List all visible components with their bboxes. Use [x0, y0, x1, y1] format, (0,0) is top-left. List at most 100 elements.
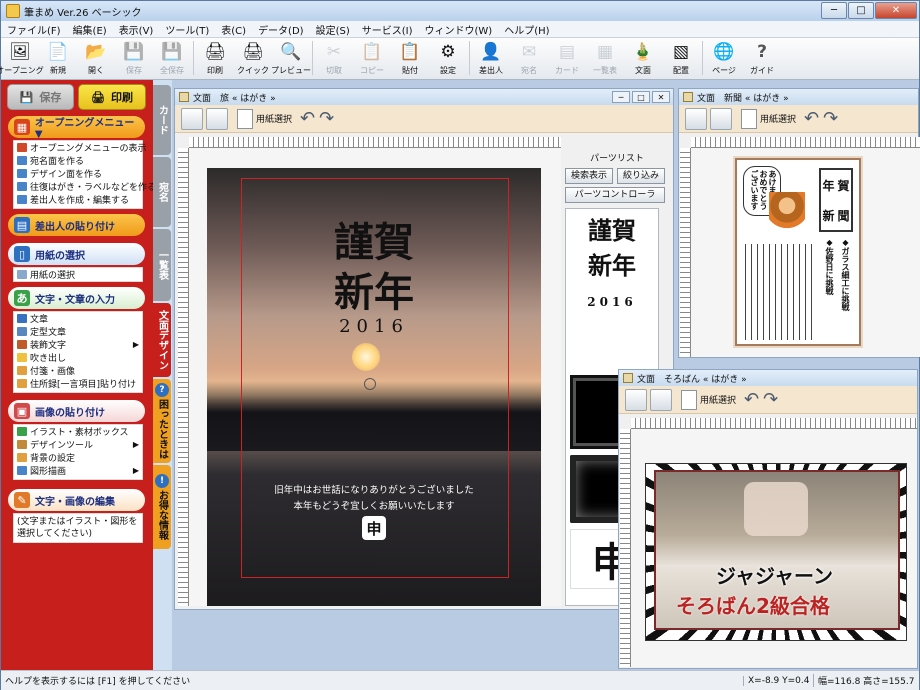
menu-settings[interactable]: 設定(S): [310, 22, 356, 37]
toolbar-save-all-button[interactable]: 💾 全保存: [153, 38, 191, 78]
print-big-icon: 🖨: [91, 90, 105, 104]
doc1-print-icon[interactable]: [206, 107, 228, 130]
card-icon: ▤: [558, 42, 576, 62]
toolbar-save-button[interactable]: 💾 保存: [115, 38, 153, 78]
doc2-paper-select-button[interactable]: 用紙選択: [741, 108, 796, 129]
toolbar-card-button[interactable]: ▤ カード: [548, 38, 586, 78]
doc3-paper-select-button[interactable]: 用紙選択: [681, 389, 737, 410]
menu-help[interactable]: ヘルプ(H): [498, 22, 555, 37]
tab-address[interactable]: 宛名: [153, 157, 171, 227]
doc1-maximize-button[interactable]: □: [632, 91, 650, 103]
toolbar-new-button[interactable]: 📄 新規: [39, 38, 77, 78]
toolbar-guide-button[interactable]: ? ガイド: [743, 38, 781, 78]
toolbar-settings-button[interactable]: ⚙ 設定: [429, 38, 467, 78]
maximize-button[interactable]: □: [848, 2, 874, 19]
paste-sender-header[interactable]: ▤ 差出人の貼り付け: [8, 214, 145, 236]
edit-sender-item[interactable]: 差出人を作成・編集する: [14, 193, 142, 206]
doc2-save-icon[interactable]: [685, 107, 707, 130]
toolbar-design-button[interactable]: 🎍 文面: [624, 38, 662, 78]
tab-help[interactable]: ? 困ったときは: [153, 379, 171, 463]
doc3-paper-label: 用紙選択: [700, 396, 737, 406]
doc3-print-icon[interactable]: [650, 388, 672, 411]
menu-file[interactable]: ファイル(F): [1, 22, 67, 37]
shape-draw-item[interactable]: 図形描画 ▶: [14, 464, 142, 477]
toolbar-preview-button[interactable]: 🔍 プレビュー: [271, 38, 311, 78]
paper-select-item[interactable]: 用紙の選択: [14, 268, 142, 281]
save-big-button[interactable]: 💾 保存: [7, 84, 74, 110]
menu-edit[interactable]: 編集(E): [67, 22, 113, 37]
tab-card[interactable]: カード: [153, 85, 171, 155]
make-reply-card-item[interactable]: 往復はがき・ラベルなどを作る: [14, 180, 156, 193]
toolbar-label: 宛名: [521, 66, 537, 75]
toolbar-paste-button[interactable]: 📋 貼付: [391, 38, 429, 78]
parts-controller-button[interactable]: パーツコントローラ: [565, 187, 665, 203]
doc3-save-icon[interactable]: [625, 388, 647, 411]
doc1-minimize-button[interactable]: ─: [612, 91, 630, 103]
decorated-text-item[interactable]: 装飾文字 ▶: [14, 338, 142, 351]
close-button[interactable]: ✕: [875, 2, 917, 19]
menu-window[interactable]: ウィンドウ(W): [419, 22, 499, 37]
menu-data[interactable]: データ(D): [252, 22, 310, 37]
toolbar-quick-button[interactable]: 🖨 クイック: [234, 38, 272, 78]
sticky-note-item[interactable]: 付箋・画像: [14, 364, 142, 377]
template-text-item[interactable]: 定型文章: [14, 325, 142, 338]
opening-menu-show-item[interactable]: オープニングメニューの表示: [14, 141, 146, 154]
toolbar-sender-button[interactable]: 👤 差出人: [472, 38, 510, 78]
design-tool-item[interactable]: デザインツール ▶: [14, 438, 142, 451]
toolbar-print-button[interactable]: 🖨 印刷: [196, 38, 234, 78]
menu-service[interactable]: サービス(I): [356, 22, 419, 37]
address-field-paste-item[interactable]: 住所録[一言項目]貼り付け: [14, 377, 142, 390]
menu-item-icon: [17, 466, 27, 475]
np-masthead-2: 賀: [837, 178, 850, 193]
speech-bubble-item[interactable]: 吹き出し: [14, 351, 142, 364]
illustration-box-item[interactable]: イラスト・素材ボックス: [14, 425, 142, 438]
redo-icon[interactable]: ↷: [823, 108, 838, 129]
postcard-newspaper[interactable]: あけましておめでとうございます 年賀 新聞 ◆ガラス細工に挑戦 ◆佐野日に挑戦: [735, 158, 861, 346]
toolbar-address-button[interactable]: ✉ 宛名: [510, 38, 548, 78]
greeting-line-2: 新年: [334, 269, 414, 316]
redo-icon[interactable]: ↷: [319, 108, 334, 129]
submenu-arrow-icon: ▶: [132, 440, 139, 449]
text-item[interactable]: 文章: [14, 312, 142, 325]
menu-tools[interactable]: ツール(T): [159, 22, 215, 37]
undo-icon[interactable]: ↶: [744, 389, 759, 410]
tab-deals[interactable]: ! お得な情報: [153, 465, 171, 549]
postcard-soroban[interactable]: ジャジャーン そろばん2級合格: [645, 463, 907, 641]
toolbar-label: 印刷: [207, 66, 223, 75]
toolbar-separator: [702, 41, 703, 75]
opening-menu-header[interactable]: ▦ オープニングメニュー ▼: [8, 116, 145, 140]
doc1-paper-select-button[interactable]: 用紙選択: [237, 108, 292, 129]
print-big-button[interactable]: 🖨 印刷: [78, 84, 146, 110]
doc2-print-icon[interactable]: [710, 107, 732, 130]
left-task-panel: 💾 保存 🖨 印刷 ▦ オープニングメニュー ▼ オープニングメニューの表示 宛名面を…: [1, 80, 156, 670]
menu-view[interactable]: 表示(V): [113, 22, 160, 37]
text-input-header[interactable]: あ文字・文章の入力: [8, 287, 145, 309]
text-image-edit-header[interactable]: ✎ 文字・画像の編集: [8, 489, 145, 511]
toolbar-page-button[interactable]: 🌐 ページ: [705, 38, 743, 78]
undo-icon[interactable]: ↶: [300, 108, 315, 129]
make-design-item[interactable]: デザイン面を作る: [14, 167, 142, 180]
minimize-button[interactable]: ─: [821, 2, 847, 19]
doc1-close-button[interactable]: ✕: [652, 91, 670, 103]
toolbar-open-button[interactable]: 📂 開く: [77, 38, 115, 78]
background-setting-item[interactable]: 背景の設定: [14, 451, 142, 464]
redo-icon[interactable]: ↷: [763, 389, 778, 410]
postcard-travel[interactable]: 謹賀 新年 2016 旧年中はお世話になりありがとうございました 本年もどうぞ宜…: [207, 168, 541, 606]
make-address-item[interactable]: 宛名面を作る: [14, 154, 142, 167]
toolbar-layout-button[interactable]: ▧ 配置: [662, 38, 700, 78]
parts-search-button[interactable]: 検索表示: [565, 168, 613, 184]
image-paste-header[interactable]: ▣ 画像の貼り付け: [8, 400, 145, 422]
toolbar-cut-button[interactable]: ✂ 切取: [315, 38, 353, 78]
toolbar-label: 文面: [635, 66, 651, 75]
menu-table[interactable]: 表(C): [215, 22, 252, 37]
parts-item-greeting[interactable]: 謹賀 新年 2016: [566, 211, 658, 329]
toolbar-list-button[interactable]: ▦ 一覧表: [586, 38, 624, 78]
undo-icon[interactable]: ↶: [804, 108, 819, 129]
doc1-save-icon[interactable]: [181, 107, 203, 130]
tab-design[interactable]: 文面デザイン: [153, 303, 171, 377]
parts-filter-button[interactable]: 絞り込み: [617, 168, 665, 184]
toolbar-opening-button[interactable]: 🖼 オープニング: [0, 38, 44, 78]
paper-select-header[interactable]: ▯ 用紙の選択: [8, 243, 145, 265]
toolbar-copy-button[interactable]: 📋 コピー: [353, 38, 391, 78]
tab-list[interactable]: 一覧表: [153, 229, 171, 301]
